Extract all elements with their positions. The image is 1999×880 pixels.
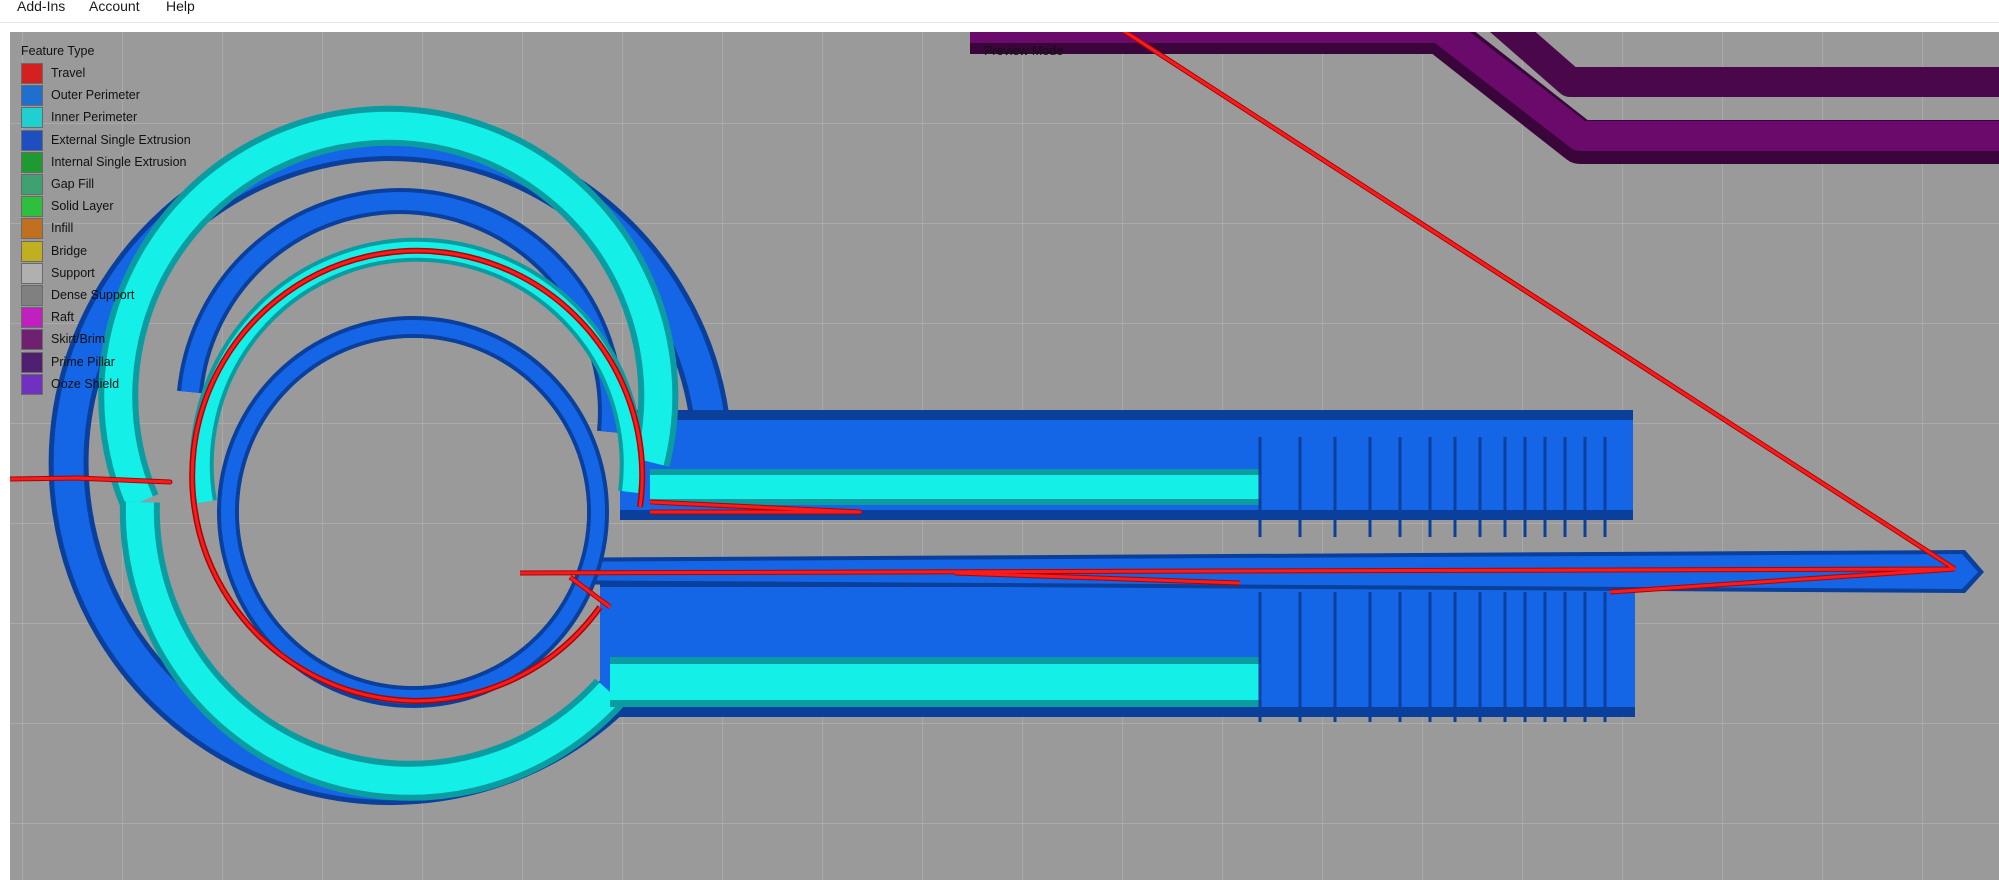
- legend-swatch: [21, 351, 43, 373]
- legend-swatch: [21, 107, 43, 129]
- legend-label: Ooze Shield: [51, 376, 120, 391]
- toolpath-preview-viewport[interactable]: Feature Type Travel Outer Perimeter Inner …: [10, 32, 1999, 880]
- legend-swatch: [21, 218, 43, 240]
- legend-swatch: [21, 373, 43, 395]
- legend-title: Feature Type: [21, 44, 95, 58]
- menu-bar: Add-Ins Account Help: [0, 0, 1999, 23]
- legend-label: Internal Single Extrusion: [51, 154, 187, 169]
- legend-label: Dense Support: [51, 288, 135, 302]
- legend-label: Support: [51, 265, 95, 280]
- legend-swatch: [21, 329, 43, 351]
- toolpath-scene: [10, 32, 1999, 880]
- legend-swatch: [21, 129, 43, 151]
- menu-add-ins[interactable]: Add-Ins: [15, 0, 67, 17]
- legend-swatch: [21, 63, 43, 84]
- legend-label: Solid Layer: [51, 199, 114, 214]
- legend-swatch: [21, 307, 43, 329]
- legend-label: Travel: [51, 66, 86, 80]
- menu-help[interactable]: Help: [164, 0, 197, 17]
- legend-label: Inner Perimeter: [51, 110, 138, 125]
- legend-label: Bridge: [51, 243, 88, 258]
- legend-swatch: [21, 285, 43, 306]
- legend-label: Skirt/Brim: [51, 332, 106, 347]
- legend-label: Infill: [51, 221, 74, 236]
- legend-label: Outer Perimeter: [51, 88, 140, 103]
- legend-swatch: [21, 262, 43, 284]
- legend-swatch: [21, 196, 43, 218]
- legend-swatch: [21, 240, 43, 262]
- legend-label: Raft: [51, 310, 74, 325]
- legend-swatch: [21, 85, 43, 107]
- menu-account[interactable]: Account: [87, 0, 142, 17]
- legend-label: Gap Fill: [51, 177, 95, 191]
- preview-mode-label: Preview Mode: [984, 44, 1064, 58]
- legend-swatch: [21, 174, 43, 195]
- legend-label: Prime Pillar: [51, 354, 115, 369]
- legend-label: External Single Extrusion: [51, 132, 191, 147]
- legend-swatch: [21, 151, 43, 173]
